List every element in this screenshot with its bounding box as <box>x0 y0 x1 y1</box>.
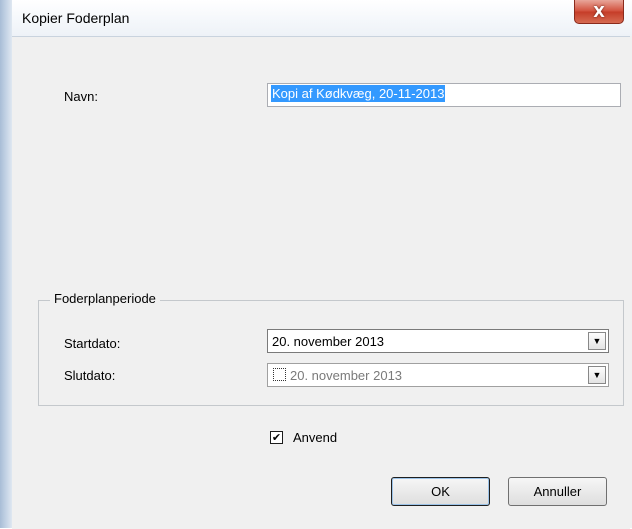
dialog-client-area: Navn: Kopi af Kødkvæg, 20-11-2013 Foderp… <box>12 36 630 529</box>
slutdato-label: Slutdato: <box>64 368 116 383</box>
chevron-down-icon[interactable]: ▼ <box>588 332 606 350</box>
slutdato-date-picker[interactable]: 20. november 2013 ▼ <box>267 363 609 387</box>
ok-button[interactable]: OK <box>391 477 490 506</box>
foderplanperiode-group <box>38 300 624 406</box>
anvend-checkbox[interactable]: ✔ <box>270 431 283 444</box>
window-title: Kopier Foderplan <box>22 10 130 26</box>
navn-input-value: Kopi af Kødkvæg, 20-11-2013 <box>271 85 446 102</box>
startdato-date-picker[interactable]: 20. november 2013 ▼ <box>267 329 609 353</box>
group-title: Foderplanperiode <box>50 291 160 306</box>
check-icon: ✔ <box>271 431 282 444</box>
chevron-down-icon[interactable]: ▼ <box>588 366 606 384</box>
close-button[interactable]: X <box>574 0 624 24</box>
slutdato-enable-checkbox[interactable] <box>273 368 286 381</box>
navn-input[interactable]: Kopi af Kødkvæg, 20-11-2013 <box>267 83 621 107</box>
cancel-button[interactable]: Annuller <box>508 477 607 506</box>
title-bar[interactable]: Kopier Foderplan X <box>0 0 632 36</box>
slutdato-value: 20. november 2013 <box>290 368 403 383</box>
anvend-label[interactable]: Anvend <box>293 430 337 445</box>
window-frame-edge <box>0 0 12 528</box>
dialog-window: Kopier Foderplan X Navn: Kopi af Kødkvæg… <box>0 0 632 529</box>
close-icon: X <box>593 2 605 21</box>
navn-label: Navn: <box>64 89 98 104</box>
startdato-label: Startdato: <box>64 336 121 351</box>
startdato-value: 20. november 2013 <box>272 334 385 349</box>
